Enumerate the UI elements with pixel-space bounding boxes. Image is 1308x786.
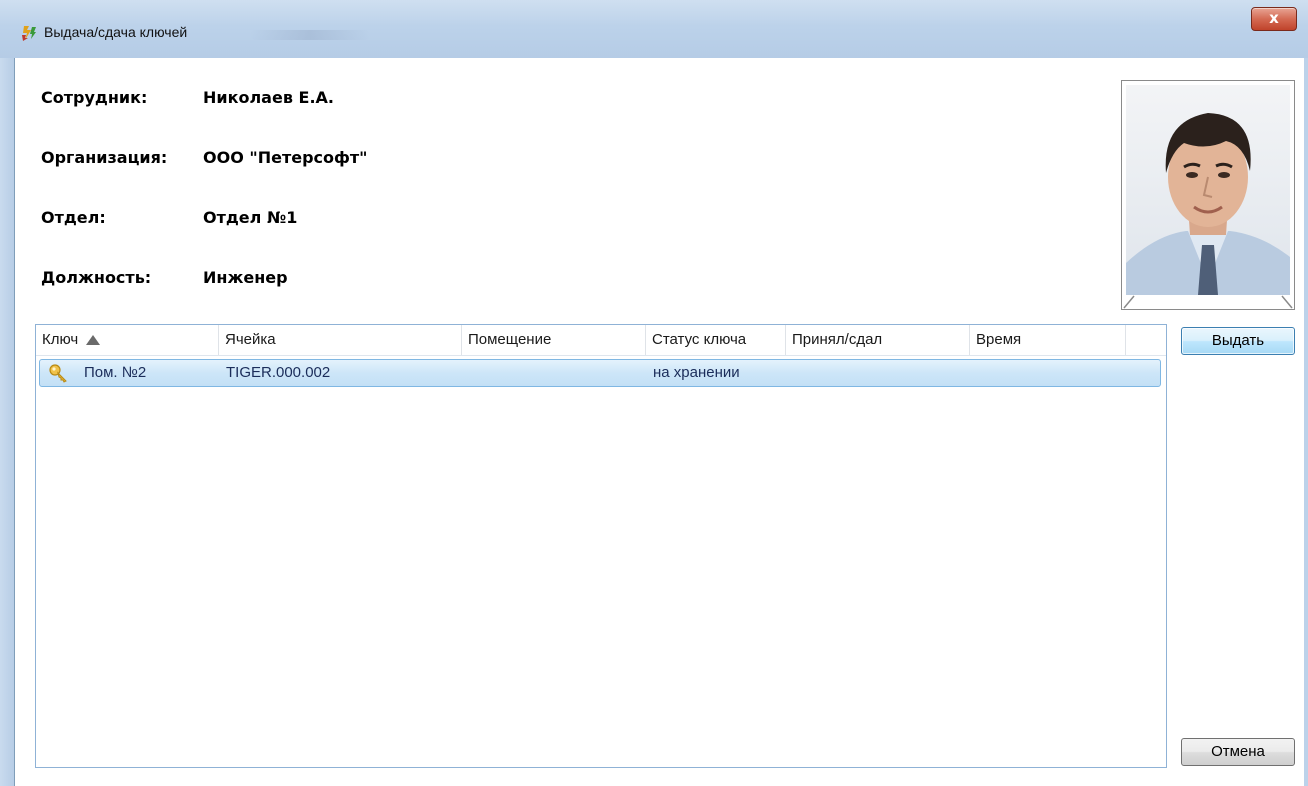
position-value: Инженер xyxy=(203,268,288,287)
column-header-accepted[interactable]: Принял/сдал xyxy=(786,325,970,355)
organization-label: Организация: xyxy=(41,148,168,167)
photo-corner-marks xyxy=(1123,295,1293,309)
department-value: Отдел №1 xyxy=(203,208,298,227)
title-blur-decoration xyxy=(250,30,370,40)
column-header-cell-label: Ячейка xyxy=(225,331,276,348)
column-header-key-label: Ключ xyxy=(42,331,79,348)
table-header: Ключ Ячейка Помещение Статус ключа Приня… xyxy=(36,325,1166,356)
department-label: Отдел: xyxy=(41,208,106,227)
column-header-room-label: Помещение xyxy=(468,331,552,348)
window-title: Выдача/сдача ключей xyxy=(44,24,188,40)
column-header-cell[interactable]: Ячейка xyxy=(219,325,462,355)
row-key-name: Пом. №2 xyxy=(84,364,147,381)
organization-value: ООО "Петерсофт" xyxy=(203,148,368,167)
column-header-status-label: Статус ключа xyxy=(652,331,747,348)
employee-value: Николаев Е.А. xyxy=(203,88,334,107)
portrait-image xyxy=(1126,85,1290,295)
window-frame-left xyxy=(0,58,14,786)
position-label: Должность: xyxy=(41,268,152,287)
row-status: на хранении xyxy=(653,364,740,381)
column-header-key[interactable]: Ключ xyxy=(36,325,219,355)
column-header-accepted-label: Принял/сдал xyxy=(792,331,883,348)
close-button[interactable]: x xyxy=(1251,7,1297,31)
keys-table: Ключ Ячейка Помещение Статус ключа Приня… xyxy=(35,324,1167,768)
issue-button[interactable]: Выдать xyxy=(1181,327,1295,355)
cancel-button[interactable]: Отмена xyxy=(1181,738,1295,766)
key-icon xyxy=(49,364,67,383)
table-row[interactable]: Пом. №2 TIGER.000.002 на хранении xyxy=(39,359,1161,387)
window-titlebar: Выдача/сдача ключей x xyxy=(0,0,1308,58)
column-header-time[interactable]: Время xyxy=(970,325,1126,355)
app-keys-icon xyxy=(22,26,36,41)
employee-portrait xyxy=(1126,85,1290,295)
column-header-status[interactable]: Статус ключа xyxy=(646,325,786,355)
employee-label: Сотрудник: xyxy=(41,88,148,107)
column-header-room[interactable]: Помещение xyxy=(462,325,646,355)
employee-photo xyxy=(1121,80,1295,310)
row-cell-id: TIGER.000.002 xyxy=(226,364,331,381)
column-header-time-label: Время xyxy=(976,331,1022,348)
sort-ascending-icon xyxy=(86,335,101,345)
